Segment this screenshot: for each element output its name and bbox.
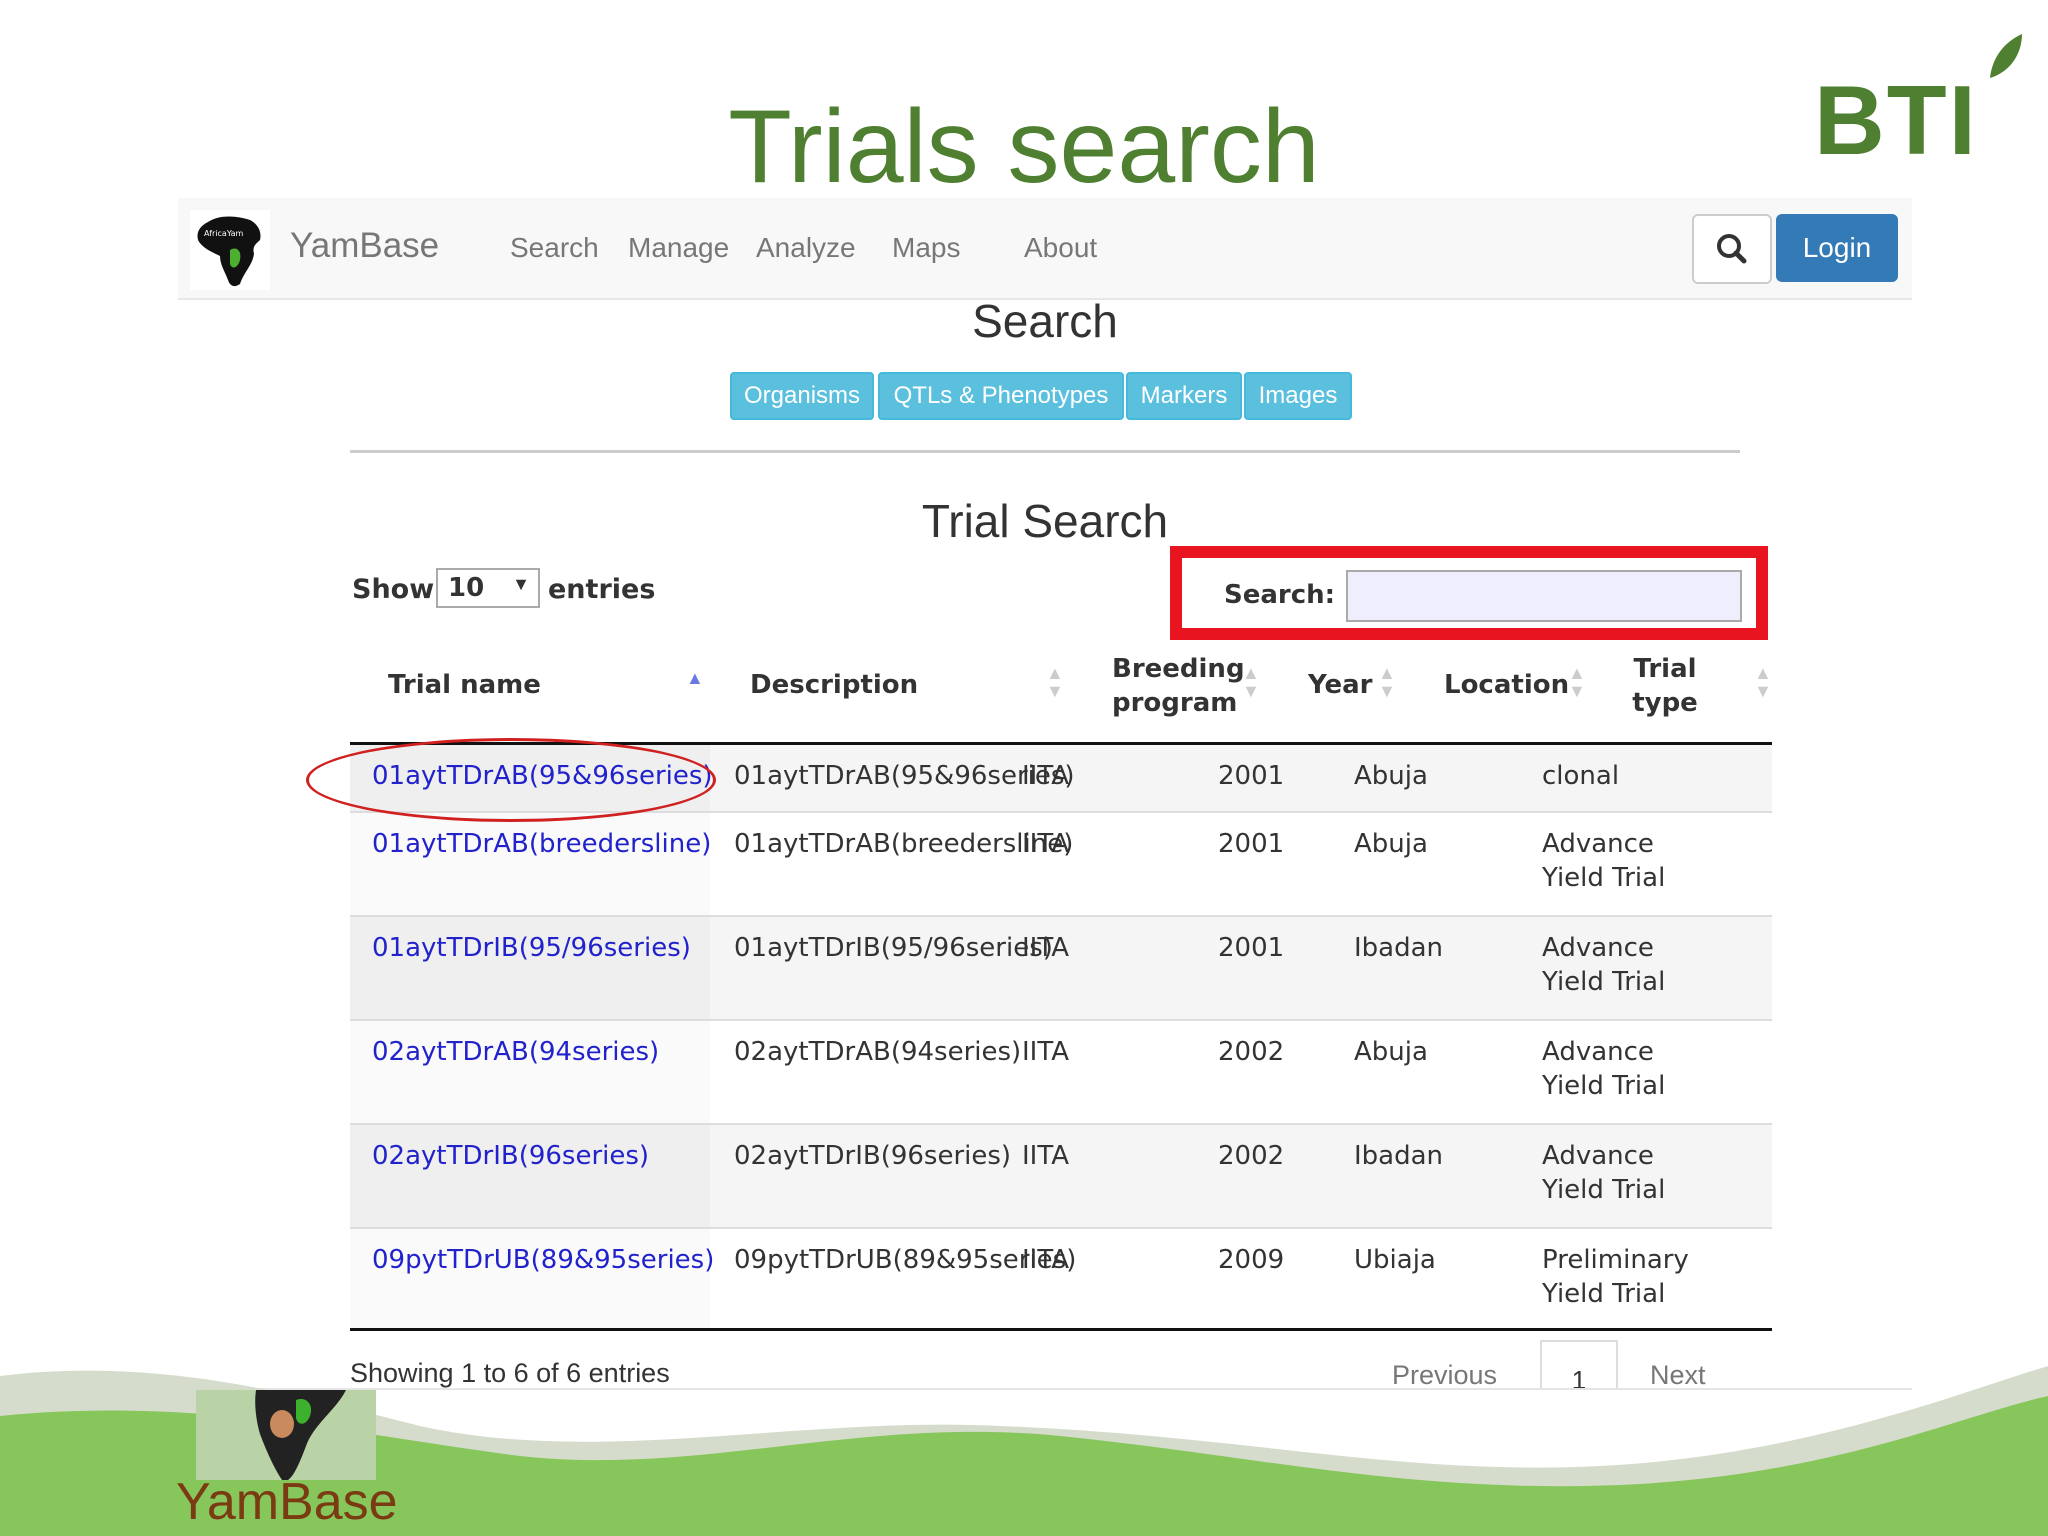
table-row: 02aytTDrAB(94series) 02aytTDrAB(94series… bbox=[350, 1021, 1772, 1125]
trial-program: IITA bbox=[1022, 933, 1069, 963]
table-footer-border bbox=[350, 1328, 1772, 1331]
tab-organisms[interactable]: Organisms bbox=[730, 372, 874, 420]
trial-year: 2009 bbox=[1218, 1245, 1285, 1275]
highlight-ellipse bbox=[306, 738, 716, 822]
col-header-description[interactable]: Description bbox=[750, 668, 918, 702]
sort-icon[interactable]: ▲ ▼ bbox=[1242, 664, 1260, 700]
trial-name-link[interactable]: 02aytTDrIB(96series) bbox=[372, 1139, 649, 1173]
trial-description: 01aytTDrIB(95/96series) bbox=[734, 933, 1053, 963]
nav-analyze[interactable]: Analyze bbox=[756, 232, 856, 264]
bti-logo: BTI bbox=[1808, 28, 2028, 175]
trial-location: Abuja bbox=[1354, 829, 1428, 859]
search-icon bbox=[1717, 234, 1747, 264]
col-header-year[interactable]: Year bbox=[1308, 668, 1372, 702]
table-row: 01aytTDrAB(breedersline) 01aytTDrAB(bree… bbox=[350, 813, 1772, 917]
entries-label: entries bbox=[548, 574, 656, 605]
trial-type: Advance Yield Trial bbox=[1542, 1141, 1666, 1205]
nav-manage[interactable]: Manage bbox=[628, 232, 729, 264]
sort-icon[interactable]: ▲ ▼ bbox=[1754, 664, 1772, 700]
trial-program: IITA bbox=[1022, 761, 1069, 791]
divider bbox=[350, 450, 1740, 453]
col-header-location[interactable]: Location bbox=[1444, 668, 1569, 702]
trial-program: IITA bbox=[1022, 1245, 1069, 1275]
trial-year: 2001 bbox=[1218, 933, 1285, 963]
africayam-logo[interactable]: AfricaYam bbox=[190, 210, 270, 290]
trial-year: 2001 bbox=[1218, 761, 1285, 791]
trial-name-link[interactable]: 01aytTDrAB(breedersline) bbox=[372, 827, 711, 861]
table-row: 01aytTDrIB(95/96series) 01aytTDrIB(95/96… bbox=[350, 917, 1772, 1021]
tab-markers[interactable]: Markers bbox=[1126, 372, 1242, 420]
login-button[interactable]: Login bbox=[1776, 214, 1898, 282]
trial-location: Abuja bbox=[1354, 1037, 1428, 1067]
table-row: 09pytTDrUB(89&95series) 09pytTDrUB(89&95… bbox=[350, 1229, 1772, 1328]
trial-name-link[interactable]: 09pytTDrUB(89&95series) bbox=[372, 1243, 714, 1277]
nav-about[interactable]: About bbox=[1024, 232, 1097, 264]
sort-icon[interactable]: ▲ ▼ bbox=[1046, 664, 1064, 700]
page-size-select[interactable]: 10 ▼ bbox=[436, 568, 540, 608]
trial-description: 02aytTDrAB(94series) bbox=[734, 1037, 1022, 1067]
dropdown-arrow-icon: ▼ bbox=[512, 574, 530, 594]
footer-caption: YamBase bbox=[176, 1473, 398, 1531]
sort-icon[interactable]: ▲ ▼ bbox=[1378, 664, 1396, 700]
col-header-breeding-program[interactable]: Breeding program bbox=[1112, 652, 1245, 720]
africayam-logo-text: AfricaYam bbox=[204, 229, 244, 238]
trial-year: 2002 bbox=[1218, 1141, 1285, 1171]
trial-location: Ubiaja bbox=[1354, 1245, 1436, 1275]
trial-name-link[interactable]: 02aytTDrAB(94series) bbox=[372, 1035, 659, 1069]
col-header-trial-type[interactable]: Trial type bbox=[1630, 652, 1700, 720]
search-button[interactable] bbox=[1692, 214, 1772, 284]
show-label: Show bbox=[352, 574, 435, 605]
trial-location: Ibadan bbox=[1354, 1141, 1444, 1171]
col-header-trial-name[interactable]: Trial name bbox=[388, 668, 541, 702]
trial-year: 2001 bbox=[1218, 829, 1285, 859]
trial-type: Preliminary Yield Trial bbox=[1542, 1245, 1689, 1309]
navbar: AfricaYam YamBase Search Manage Analyze … bbox=[178, 198, 1912, 300]
trial-type: Advance Yield Trial bbox=[1542, 1037, 1666, 1101]
website-screenshot: AfricaYam YamBase Search Manage Analyze … bbox=[178, 198, 1912, 1390]
nav-search[interactable]: Search bbox=[510, 232, 599, 264]
tab-qtls-phenotypes[interactable]: QTLs & Phenotypes bbox=[878, 372, 1124, 420]
trial-location: Ibadan bbox=[1354, 933, 1444, 963]
trial-year: 2002 bbox=[1218, 1037, 1285, 1067]
table-row: 02aytTDrIB(96series) 02aytTDrIB(96series… bbox=[350, 1125, 1772, 1229]
africa-map-icon bbox=[255, 1390, 346, 1480]
slide-title: Trials search bbox=[728, 89, 1320, 205]
tab-images[interactable]: Images bbox=[1244, 372, 1352, 420]
search-page-heading: Search bbox=[972, 295, 1118, 347]
trial-type: Advance Yield Trial bbox=[1542, 829, 1666, 893]
trial-type: clonal bbox=[1542, 761, 1620, 791]
trial-type: Advance Yield Trial bbox=[1542, 933, 1666, 997]
trial-search-heading: Trial Search bbox=[921, 495, 1169, 547]
table-search-label: Search: bbox=[1224, 580, 1336, 610]
leaf-icon bbox=[1990, 34, 2022, 78]
trial-description: 02aytTDrIB(96series) bbox=[734, 1141, 1012, 1171]
sort-ascending-icon[interactable]: ▲ bbox=[686, 668, 704, 689]
trial-program: IITA bbox=[1022, 1037, 1069, 1067]
trial-program: IITA bbox=[1022, 829, 1069, 859]
trial-name-link[interactable]: 01aytTDrIB(95/96series) bbox=[372, 931, 691, 965]
page-size-value: 10 bbox=[448, 573, 485, 603]
trial-location: Abuja bbox=[1354, 761, 1428, 791]
brand-name[interactable]: YamBase bbox=[290, 226, 439, 266]
footer-logo-box bbox=[196, 1390, 376, 1480]
sort-icon[interactable]: ▲ ▼ bbox=[1568, 664, 1586, 700]
nav-maps[interactable]: Maps bbox=[892, 232, 960, 264]
trial-program: IITA bbox=[1022, 1141, 1069, 1171]
table-search-input[interactable] bbox=[1346, 570, 1742, 622]
africa-map-icon: AfricaYam bbox=[190, 210, 270, 290]
